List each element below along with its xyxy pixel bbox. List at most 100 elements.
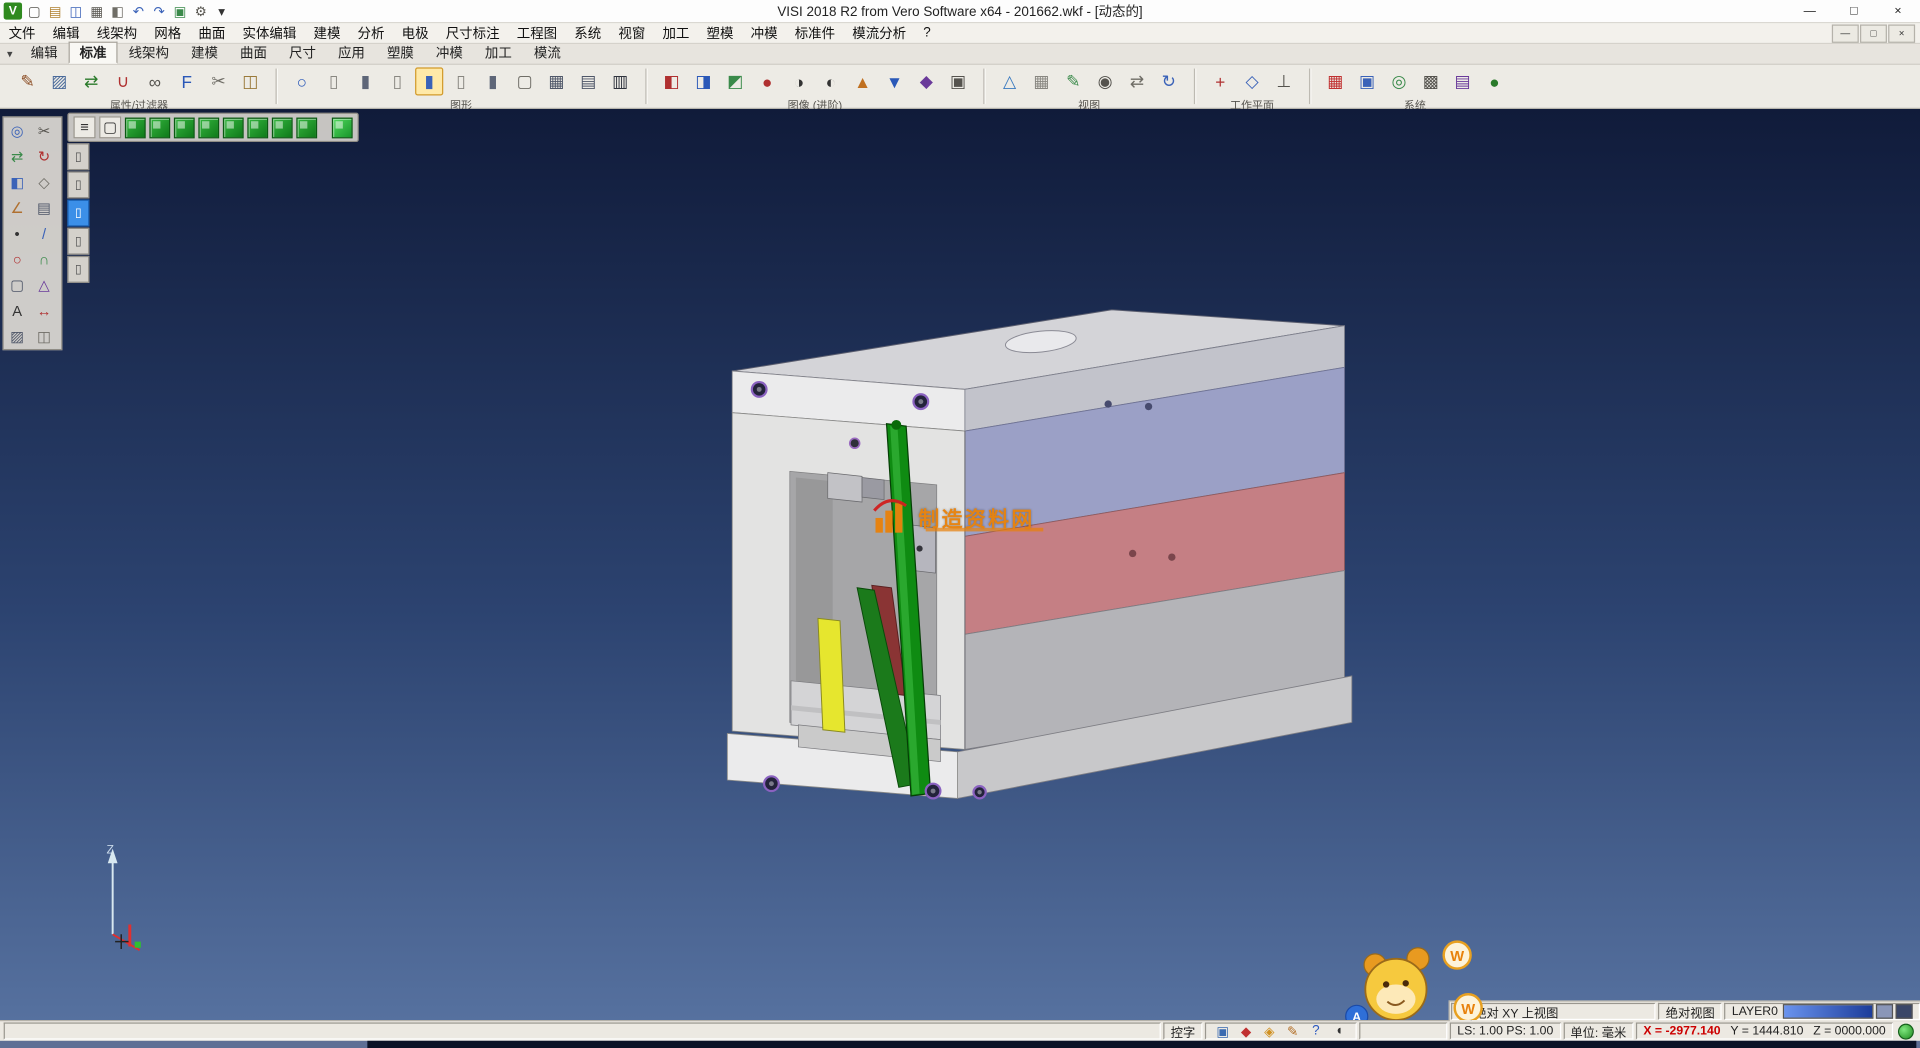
select-icon[interactable]: ◎ [4,118,31,144]
tab-dropdown-icon[interactable]: ▾ [0,45,20,63]
tab-edit[interactable]: 编辑 [20,42,69,64]
view-target-icon[interactable]: ◉ [1091,67,1119,95]
layer-cell-icon[interactable] [1876,1004,1893,1019]
erase-icon[interactable]: ◫ [31,323,58,349]
text-icon[interactable]: A [4,298,31,324]
graphics-shaded-icon[interactable]: ▮ [415,67,443,95]
menu-item[interactable]: 建模 [305,23,349,44]
menu-item[interactable]: 加工 [654,23,698,44]
graphics-circle-icon[interactable]: ○ [288,67,316,95]
menu-item[interactable]: 塑模 [698,23,742,44]
mdi-restore-button[interactable]: □ [1860,24,1887,42]
open-file-icon[interactable]: ▤ [45,2,65,20]
graphics-grid-2-icon[interactable]: ▤ [574,67,602,95]
circle-icon[interactable]: ○ [4,246,31,272]
menu-item[interactable]: 曲面 [190,23,234,44]
view-pan-icon[interactable]: ⇄ [1123,67,1151,95]
menu-item[interactable]: 工程图 [508,23,566,44]
menu-item[interactable]: 模流分析 [844,23,915,44]
magnet-filter-icon[interactable]: ∪ [109,67,137,95]
print-icon[interactable]: ▦ [87,2,107,20]
cube-view-7-icon[interactable] [272,117,293,138]
tab-machining[interactable]: 加工 [474,42,523,64]
render-half-2-icon[interactable]: ◐ [817,67,845,95]
attribute-stamp-icon[interactable]: ▨ [45,67,73,95]
cube-view-5-icon[interactable] [223,117,244,138]
tab-flow[interactable]: 模流 [523,42,572,64]
tab-wireframe[interactable]: 线架构 [118,42,180,64]
mdi-close-button[interactable]: × [1888,24,1915,42]
chain-filter-icon[interactable]: ∞ [141,67,169,95]
workplane-plane-icon[interactable]: ◇ [1238,67,1266,95]
arc-icon[interactable]: ∩ [31,246,58,272]
system-sphere-icon[interactable]: ● [1480,67,1508,95]
menu-item[interactable]: 视窗 [610,23,654,44]
offset-icon[interactable]: ◇ [31,169,58,195]
bottom-scrollbar-thumb[interactable] [367,1041,1916,1048]
attribute-brush-icon[interactable]: ✎ [13,67,41,95]
trim-icon[interactable]: ✂ [31,118,58,144]
layer-cell-icon[interactable] [1896,1004,1913,1019]
graphics-solid-3-icon[interactable]: ▯ [383,67,411,95]
menu-item[interactable]: 电极 [393,23,437,44]
capture-icon[interactable]: ▣ [170,2,190,20]
tab-modeling[interactable]: 建模 [180,42,229,64]
render-right-icon[interactable]: ◨ [689,67,717,95]
viewport[interactable]: ≡▢ ◎✂⇄↻◧◇∠▤•/○∩▢△A↔▨◫ ▯▯▯▯▯ [0,109,1920,1020]
render-left-icon[interactable]: ◧ [658,67,686,95]
cube-view-6-icon[interactable] [247,117,268,138]
render-up-icon[interactable]: ▲ [849,67,877,95]
tab-mould[interactable]: 塑膜 [376,42,425,64]
undo-icon[interactable]: ↶ [129,2,149,20]
menu-item[interactable]: 系统 [566,23,610,44]
dimension-icon[interactable]: ↔ [31,298,58,324]
options-icon[interactable]: ⚙ [191,2,211,20]
graphics-solid-2-icon[interactable]: ▮ [351,67,379,95]
cube-view-2-icon[interactable] [149,117,170,138]
graphics-grid-1-icon[interactable]: ▦ [542,67,570,95]
render-down-icon[interactable]: ▼ [880,67,908,95]
tab-dimension[interactable]: 尺寸 [278,42,327,64]
annotate-icon[interactable]: ✎ [1283,1022,1301,1039]
quickbar-caret-icon[interactable]: ▾ [212,2,232,20]
tab-surface[interactable]: 曲面 [229,42,278,64]
menu-item[interactable]: 分析 [349,23,393,44]
layer-color-swatch[interactable] [1783,1004,1874,1019]
clip-filter-1-icon[interactable]: ▯ [67,143,89,170]
audio-icon[interactable]: ◖ [1330,1022,1348,1039]
filter-edit-icon[interactable]: ✂ [204,67,232,95]
system-globe-icon[interactable]: ◎ [1385,67,1413,95]
mirror-icon[interactable]: ◧ [4,169,31,195]
view-blank-icon[interactable]: ▢ [99,116,121,138]
new-file-icon[interactable]: ▢ [24,2,44,20]
clip-filter-2-icon[interactable]: ▯ [67,171,89,198]
rotate-icon[interactable]: ↻ [31,143,58,169]
screen-icon[interactable]: ▣ [1214,1022,1232,1039]
menu-item[interactable]: 冲模 [742,23,786,44]
view-refresh-icon[interactable]: ↻ [1155,67,1183,95]
redo-icon[interactable]: ↷ [149,2,169,20]
clip-filter-4-icon[interactable]: ▯ [67,228,89,255]
maximize-button[interactable]: □ [1832,0,1876,23]
graphics-solid-5-icon[interactable]: ▮ [479,67,507,95]
graphics-barcode-icon[interactable]: ▥ [606,67,634,95]
cube-view-4-icon[interactable] [198,117,219,138]
clip-filter-5-icon[interactable]: ▯ [67,256,89,283]
line-icon[interactable]: / [31,220,58,246]
graphics-solid-1-icon[interactable]: ▯ [320,67,348,95]
lock-toggle[interactable]: 控字 [1163,1022,1202,1039]
status-ready-icon[interactable] [1898,1023,1914,1039]
system-table-icon[interactable]: ▩ [1417,67,1445,95]
tab-die[interactable]: 冲模 [425,42,474,64]
cube-view-1-icon[interactable] [125,117,146,138]
close-button[interactable]: × [1876,0,1920,23]
menu-item[interactable]: 文件 [0,23,44,44]
render-frame-icon[interactable]: ▣ [944,67,972,95]
render-top-icon[interactable]: ◩ [721,67,749,95]
filter-type-icon[interactable]: F [173,67,201,95]
menu-item[interactable]: 线架构 [88,23,146,44]
system-colors-icon[interactable]: ▦ [1321,67,1349,95]
save-file-icon[interactable]: ◫ [66,2,86,20]
graphics-solid-4-icon[interactable]: ▯ [447,67,475,95]
swap-attributes-icon[interactable]: ⇄ [77,67,105,95]
